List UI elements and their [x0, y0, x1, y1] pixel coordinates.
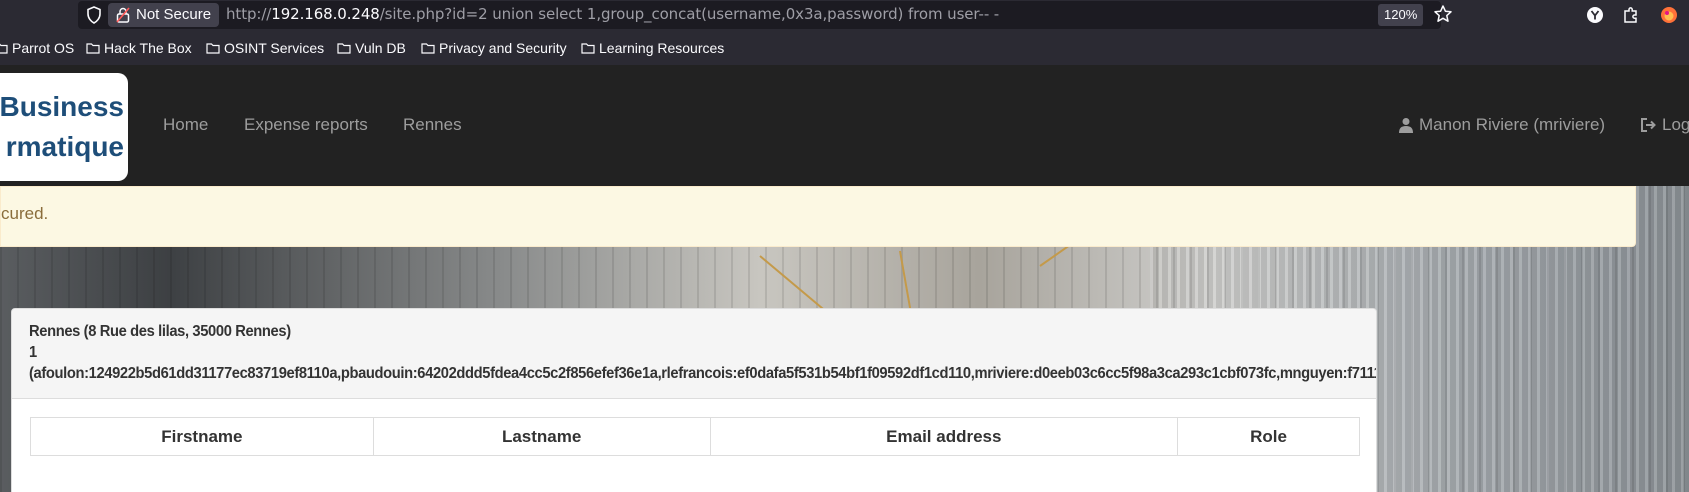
bookmarks-bar: Parrot OS Hack The Box OSINT Services Vu…	[0, 31, 1689, 65]
user-name: Manon Riviere (mriviere)	[1419, 115, 1606, 134]
injected-id: 1	[29, 344, 37, 361]
bookmark-label: Vuln DB	[355, 40, 406, 56]
logout-icon	[1641, 118, 1656, 132]
bookmark-star-icon[interactable]	[1433, 4, 1453, 24]
firefox-extension-icon[interactable]	[1660, 6, 1678, 24]
url-host: 192.168.0.248	[271, 5, 380, 23]
column-firstname[interactable]: Firstname	[30, 417, 374, 456]
panel-title: Rennes (8 Rue des lilas, 35000 Rennes)	[29, 323, 291, 340]
bookmark-parrot-os[interactable]: Parrot OS	[0, 40, 74, 56]
account-icon[interactable]	[1586, 6, 1604, 24]
table-header-row: Firstname Lastname Email address Role	[30, 417, 1360, 456]
logo-line-1: n Business	[0, 91, 124, 122]
url-text[interactable]: http://192.168.0.248/site.php?id=2 union…	[226, 5, 999, 23]
not-secure-label: Not Secure	[136, 6, 212, 23]
folder-icon	[421, 43, 435, 54]
injected-credentials: (afoulon:124922b5d61dd31177ec83719ef8110…	[29, 365, 1376, 382]
folder-icon	[581, 43, 595, 54]
user-menu[interactable]: Manon Riviere (mriviere)	[1398, 115, 1605, 135]
bookmark-learning-resources[interactable]: Learning Resources	[581, 40, 724, 56]
bookmark-hack-the-box[interactable]: Hack The Box	[86, 40, 192, 56]
url-prefix: http://	[226, 5, 272, 23]
nav-site-rennes[interactable]: Rennes	[403, 115, 462, 135]
alert-message: cured.	[1, 204, 49, 223]
bookmark-label: OSINT Services	[224, 40, 325, 56]
users-table: Firstname Lastname Email address Role	[30, 417, 1360, 456]
column-lastname[interactable]: Lastname	[372, 417, 711, 456]
site-panel: Rennes (8 Rue des lilas, 35000 Rennes) 1…	[11, 308, 1377, 492]
company-logo[interactable]: n Business rmatique	[0, 73, 128, 181]
bookmark-label: Learning Resources	[599, 40, 725, 56]
site-navbar: n Business rmatique Home Expense reports…	[0, 65, 1689, 186]
folder-icon	[206, 43, 220, 54]
column-email[interactable]: Email address	[709, 417, 1179, 456]
bookmark-osint-services[interactable]: OSINT Services	[206, 40, 324, 56]
panel-heading: Rennes (8 Rue des lilas, 35000 Rennes) 1…	[12, 309, 1376, 399]
logout-link[interactable]: Log	[1640, 115, 1689, 135]
column-role[interactable]: Role	[1177, 417, 1360, 456]
nav-home[interactable]: Home	[163, 115, 208, 135]
bookmark-vuln-db[interactable]: Vuln DB	[337, 40, 406, 56]
browser-toolbar: Not Secure http://192.168.0.248/site.php…	[0, 0, 1689, 31]
bookmark-label: Hack The Box	[104, 40, 192, 56]
bookmark-privacy-and-security[interactable]: Privacy and Security	[421, 40, 567, 56]
logout-label: Log	[1662, 115, 1689, 134]
logo-line-2: rmatique	[5, 131, 124, 162]
folder-icon	[0, 43, 8, 54]
folder-icon	[337, 43, 351, 54]
insecure-lock-icon	[116, 7, 130, 23]
folder-icon	[86, 43, 100, 54]
page-content: n Business rmatique Home Expense reports…	[0, 65, 1689, 492]
shield-icon[interactable]	[86, 6, 102, 24]
bookmark-label: Privacy and Security	[439, 40, 567, 56]
nav-expense-reports[interactable]: Expense reports	[244, 115, 368, 135]
bookmark-label: Parrot OS	[12, 40, 75, 56]
extensions-icon[interactable]	[1622, 6, 1640, 24]
user-icon	[1399, 118, 1413, 133]
warning-alert: cured.	[0, 186, 1636, 247]
security-indicator[interactable]: Not Secure	[108, 3, 220, 27]
url-path: /site.php?id=2 union select 1,group_conc…	[379, 5, 1000, 23]
zoom-level[interactable]: 120%	[1378, 4, 1424, 26]
